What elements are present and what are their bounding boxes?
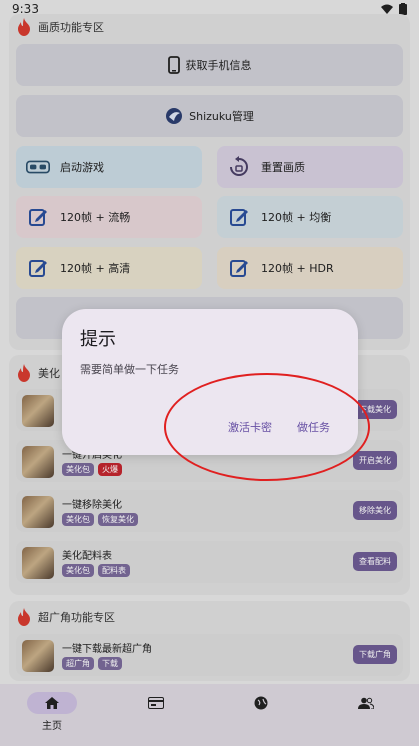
activate-card-key-button[interactable]: 激活卡密 bbox=[228, 419, 272, 435]
dialog-title: 提示 bbox=[80, 329, 116, 350]
prompt-dialog: 提示 需要简单做一下任务 激活卡密 做任务 bbox=[62, 309, 358, 455]
do-task-button[interactable]: 做任务 bbox=[297, 419, 330, 435]
dialog-message: 需要简单做一下任务 bbox=[80, 363, 179, 376]
